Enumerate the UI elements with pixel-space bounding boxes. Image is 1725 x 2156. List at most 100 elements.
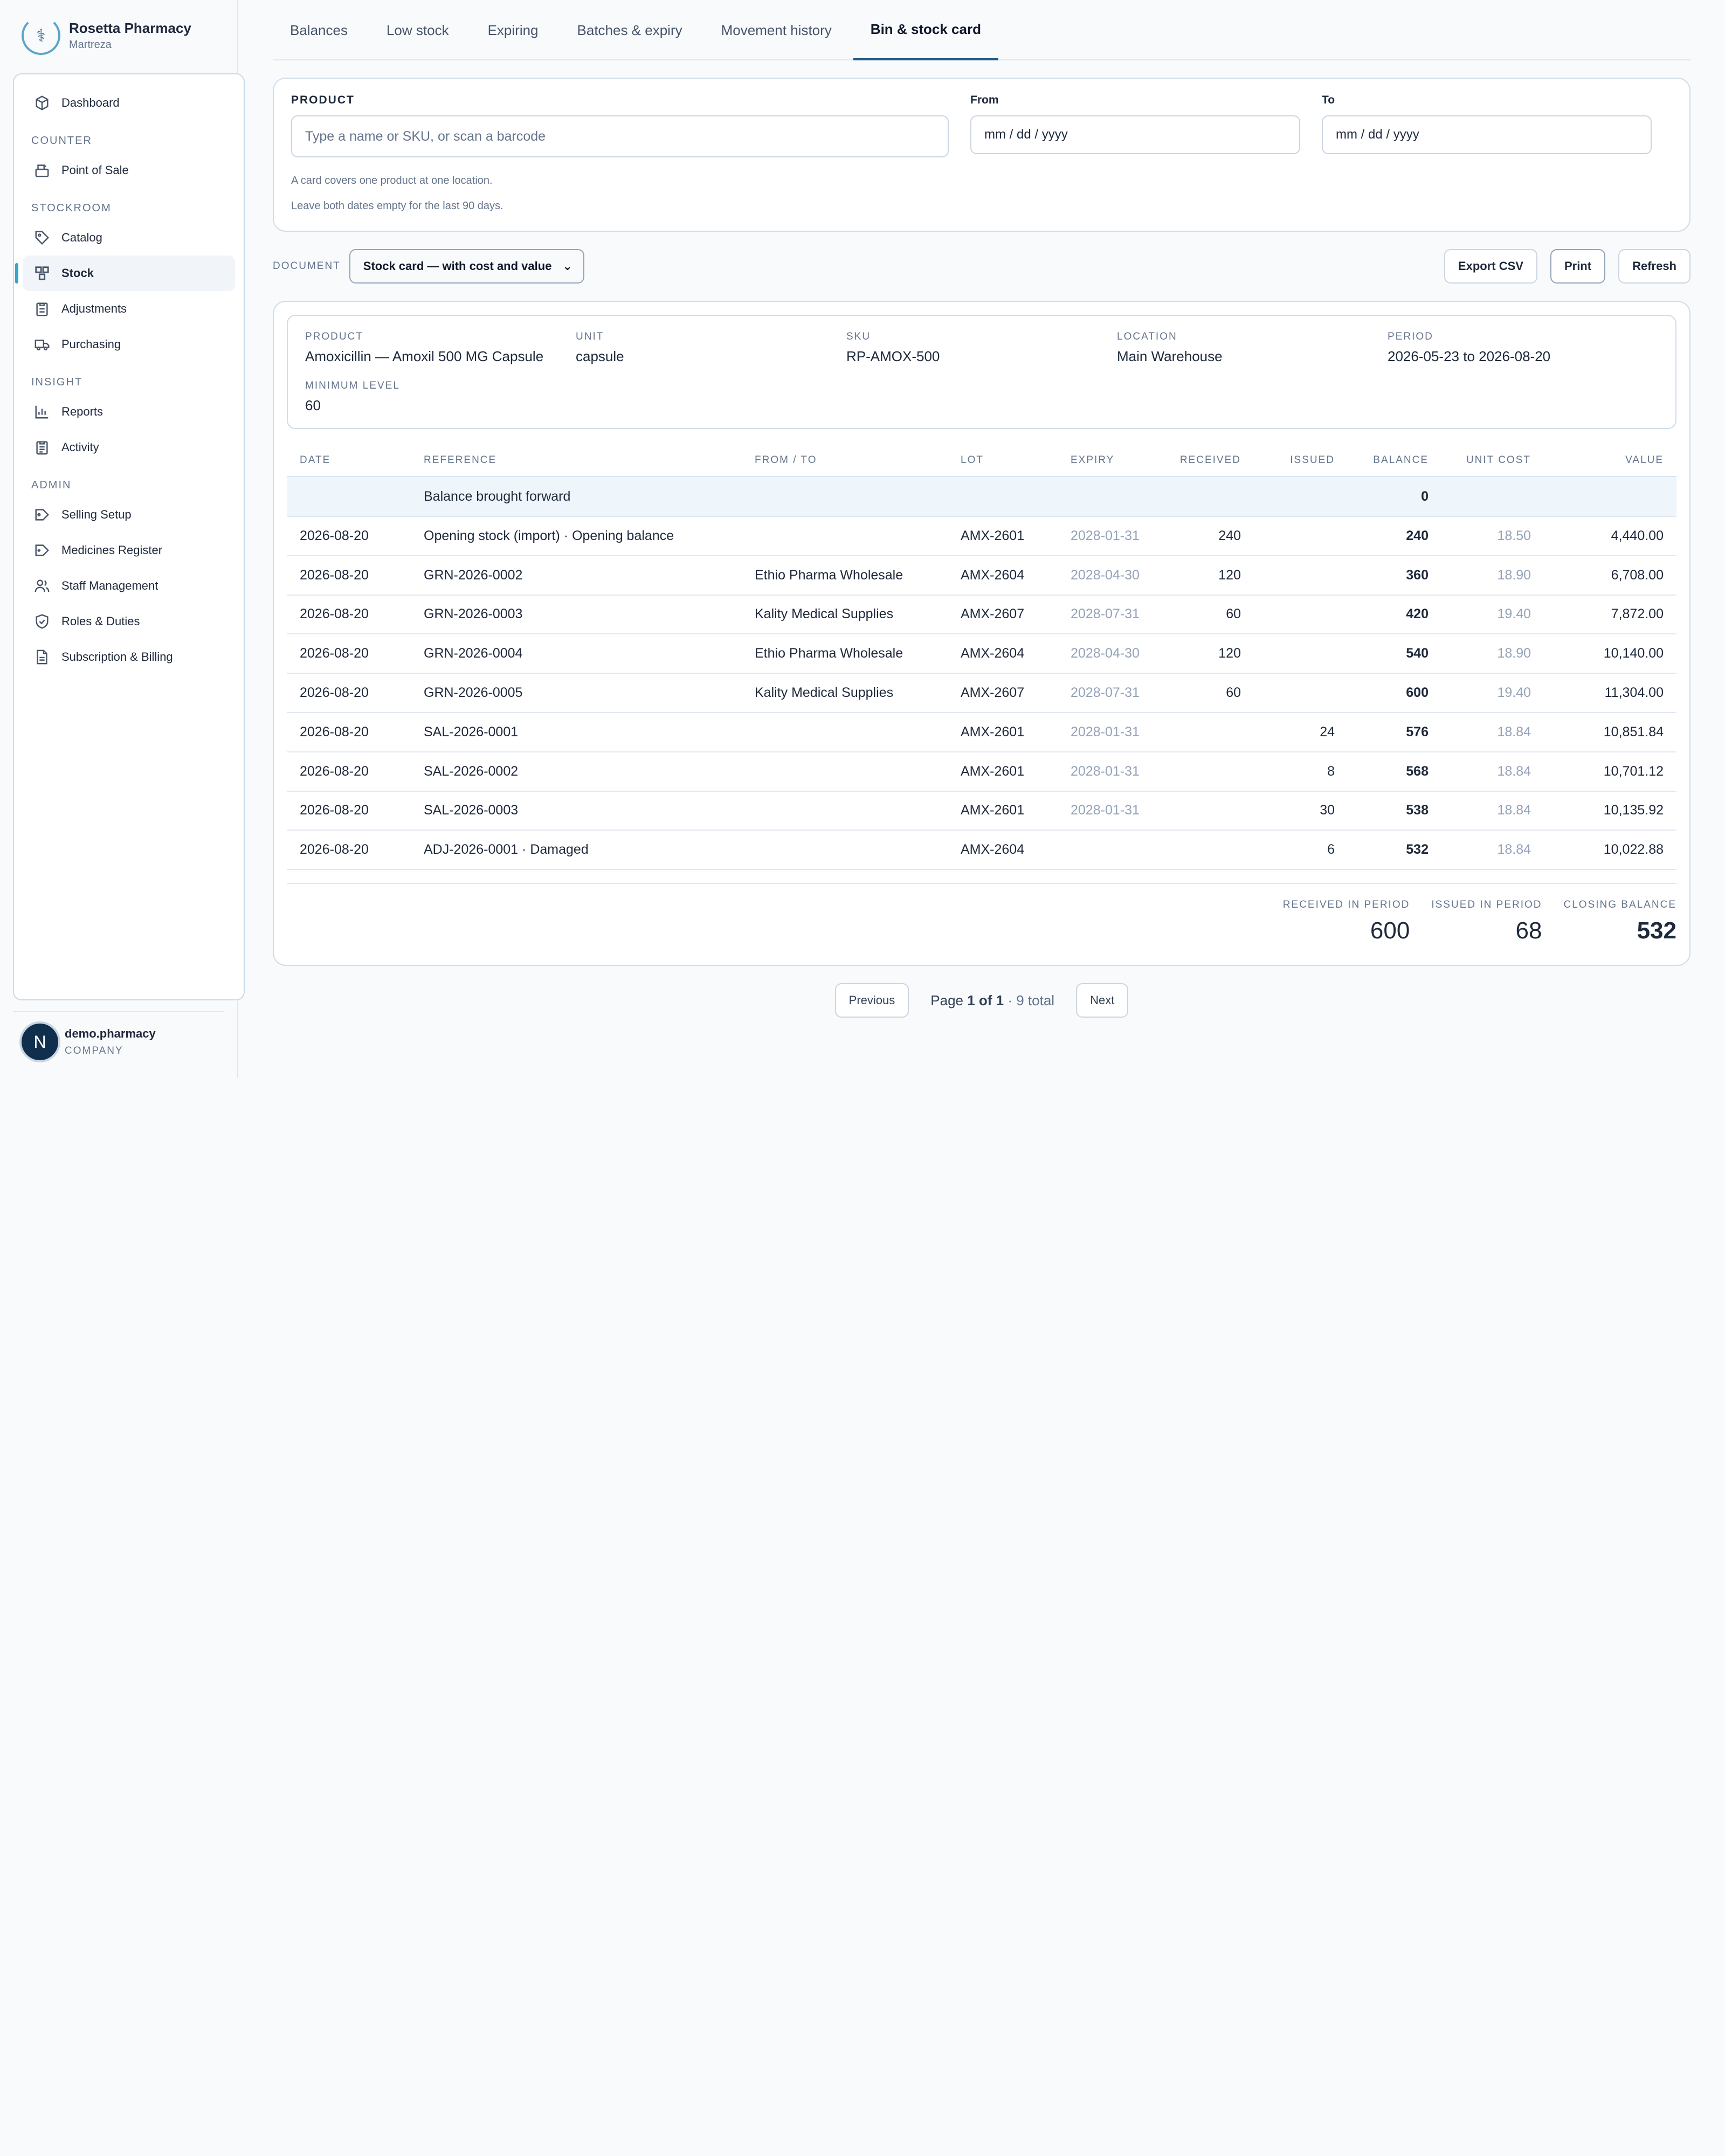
cell-received: 240 bbox=[1157, 515, 1254, 556]
sidebar-item-purchasing[interactable]: Purchasing bbox=[23, 327, 235, 362]
received-in-period-label: RECEIVED IN PERIOD bbox=[1282, 899, 1410, 911]
cell-lot: AMX-2604 bbox=[948, 830, 1058, 870]
sidebar-item-dashboard[interactable]: Dashboard bbox=[23, 85, 235, 121]
brought-forward-label: Balance brought forward bbox=[411, 476, 1348, 516]
cell-issued: 30 bbox=[1254, 790, 1348, 831]
cell-lot: AMX-2604 bbox=[948, 555, 1058, 595]
main-content: Balances Low stock Expiring Batches & ex… bbox=[238, 0, 1725, 1078]
cell-issued: 6 bbox=[1254, 830, 1348, 870]
sidebar-item-pos[interactable]: Point of Sale bbox=[23, 153, 235, 188]
avatar: N bbox=[19, 1021, 60, 1062]
table-header-row: DATE REFERENCE FROM / TO LOT EXPIRY RECE… bbox=[287, 444, 1676, 476]
previous-page-button[interactable]: Previous bbox=[834, 983, 909, 1018]
cell-received: 120 bbox=[1157, 555, 1254, 595]
sidebar-item-adjustments[interactable]: Adjustments bbox=[23, 291, 235, 327]
clipboard-icon bbox=[33, 300, 51, 317]
boxes-icon bbox=[33, 265, 51, 282]
page-total: · 9 total bbox=[1004, 992, 1055, 1008]
cell-lot: AMX-2601 bbox=[948, 515, 1058, 556]
brand-subtitle: Martreza bbox=[69, 39, 112, 51]
product-search-input[interactable]: Type a name or SKU, or scan a barcode bbox=[291, 115, 949, 157]
sidebar-item-label: Catalog bbox=[61, 231, 102, 244]
tab-batches-expiry[interactable]: Batches & expiry bbox=[560, 0, 700, 60]
col-value: VALUE bbox=[1625, 454, 1664, 466]
cell-date: 2026-08-20 bbox=[287, 555, 411, 595]
sidebar-item-staff-management[interactable]: Staff Management bbox=[23, 568, 235, 604]
col-expiry: EXPIRY bbox=[1071, 454, 1115, 466]
tab-bin-stock-card[interactable]: Bin & stock card bbox=[853, 0, 998, 60]
cell-fromto bbox=[742, 711, 948, 752]
sidebar-item-label: Activity bbox=[61, 440, 99, 454]
table-row: 2026-08-20 GRN-2026-0004 Ethio Pharma Whol… bbox=[287, 633, 1676, 674]
cell-date: 2026-08-20 bbox=[287, 711, 411, 752]
cell-value: 10,135.92 bbox=[1544, 790, 1676, 831]
sidebar-item-roles-duties[interactable]: Roles & Duties bbox=[23, 604, 235, 639]
users-icon bbox=[33, 577, 51, 595]
refresh-button[interactable]: Refresh bbox=[1618, 249, 1690, 284]
sidebar-item-selling-setup[interactable]: Selling Setup bbox=[23, 497, 235, 533]
cell-date: 2026-08-20 bbox=[287, 515, 411, 556]
to-date-input[interactable]: mm / dd / yyyy bbox=[1322, 115, 1652, 154]
cell-reference: GRN-2026-0003 bbox=[411, 594, 742, 634]
cell-unit-cost: 18.84 bbox=[1441, 830, 1544, 870]
col-balance: BALANCE bbox=[1373, 454, 1429, 466]
hint-scope: A card covers one product at one locatio… bbox=[291, 175, 493, 186]
cell-unit-cost: 18.90 bbox=[1441, 555, 1544, 595]
next-page-button[interactable]: Next bbox=[1076, 983, 1129, 1018]
sidebar-item-catalog[interactable]: Catalog bbox=[23, 220, 235, 255]
tab-expiring[interactable]: Expiring bbox=[471, 0, 556, 60]
export-csv-button[interactable]: Export CSV bbox=[1444, 249, 1537, 284]
from-date-input[interactable]: mm / dd / yyyy bbox=[970, 115, 1300, 154]
shield-icon bbox=[33, 613, 51, 630]
document-select[interactable]: Stock card — with cost and value ⌄ bbox=[349, 249, 584, 284]
cell-expiry: 2028-04-30 bbox=[1058, 633, 1157, 674]
cell-lot: AMX-2601 bbox=[948, 790, 1058, 831]
sidebar-item-reports[interactable]: Reports bbox=[23, 394, 235, 430]
tab-balances[interactable]: Balances bbox=[273, 0, 365, 60]
cell-received: 120 bbox=[1157, 633, 1254, 674]
nav-section-counter: COUNTER bbox=[31, 135, 92, 147]
page-prefix: Page bbox=[930, 992, 968, 1008]
col-issued: ISSUED bbox=[1290, 454, 1335, 466]
col-reference: REFERENCE bbox=[424, 454, 497, 466]
to-label: To bbox=[1322, 94, 1335, 106]
cell-reference: SAL-2026-0002 bbox=[411, 751, 742, 791]
cell-value: 11,304.00 bbox=[1544, 673, 1676, 713]
sidebar-item-activity[interactable]: Activity bbox=[23, 430, 235, 465]
cell-value: 4,440.00 bbox=[1544, 515, 1676, 556]
tab-bar: Balances Low stock Expiring Batches & ex… bbox=[273, 0, 1690, 60]
col-unit-cost: UNIT COST bbox=[1466, 454, 1531, 466]
sidebar-item-stock[interactable]: Stock bbox=[15, 255, 235, 291]
cell-lot: AMX-2607 bbox=[948, 673, 1058, 713]
issued-in-period: ISSUED IN PERIOD 68 bbox=[1431, 899, 1542, 944]
cell-unit-cost: 18.84 bbox=[1441, 790, 1544, 831]
cell-fromto: Kality Medical Supplies bbox=[742, 673, 948, 713]
brand[interactable]: ⚕ Rosetta Pharmacy Martreza bbox=[0, 0, 237, 71]
cell-expiry: 2028-01-31 bbox=[1058, 711, 1157, 752]
user-profile[interactable]: N demo.pharmacy COMPANY bbox=[13, 1011, 224, 1072]
sidebar-item-medicines-register[interactable]: Medicines Register bbox=[23, 533, 235, 568]
sidebar-item-label: Dashboard bbox=[61, 96, 120, 109]
nav-section-stockroom: STOCKROOM bbox=[31, 202, 112, 214]
info-product-label: PRODUCT bbox=[305, 331, 363, 342]
table-row: 2026-08-20 GRN-2026-0002 Ethio Pharma Whol… bbox=[287, 555, 1676, 595]
stock-card-info: PRODUCT Amoxicillin — Amoxil 500 MG Capsu… bbox=[287, 315, 1676, 429]
document-select-value: Stock card — with cost and value bbox=[363, 259, 552, 273]
cell-date: 2026-08-20 bbox=[287, 751, 411, 791]
cell-balance: 538 bbox=[1348, 790, 1441, 831]
sidebar-item-subscription-billing[interactable]: Subscription & Billing bbox=[23, 639, 235, 675]
cell-unit-cost: 18.90 bbox=[1441, 633, 1544, 674]
stock-card-sheet: PRODUCT Amoxicillin — Amoxil 500 MG Capsu… bbox=[273, 301, 1690, 966]
cell-expiry: 2028-01-31 bbox=[1058, 790, 1157, 831]
tab-movement-history[interactable]: Movement history bbox=[704, 0, 849, 60]
closing-balance: CLOSING BALANCE 532 bbox=[1564, 899, 1677, 944]
sidebar-item-label: Stock bbox=[61, 266, 94, 280]
info-unit: capsule bbox=[576, 348, 624, 364]
pagination: Previous Page 1 of 1 · 9 total Next bbox=[273, 983, 1690, 1018]
cell-unit-cost: 19.40 bbox=[1441, 673, 1544, 713]
totals-divider bbox=[287, 883, 1676, 884]
tab-low-stock[interactable]: Low stock bbox=[369, 0, 466, 60]
cell-reference: GRN-2026-0004 bbox=[411, 633, 742, 674]
print-button[interactable]: Print bbox=[1550, 249, 1606, 284]
cell-lot: AMX-2604 bbox=[948, 633, 1058, 674]
